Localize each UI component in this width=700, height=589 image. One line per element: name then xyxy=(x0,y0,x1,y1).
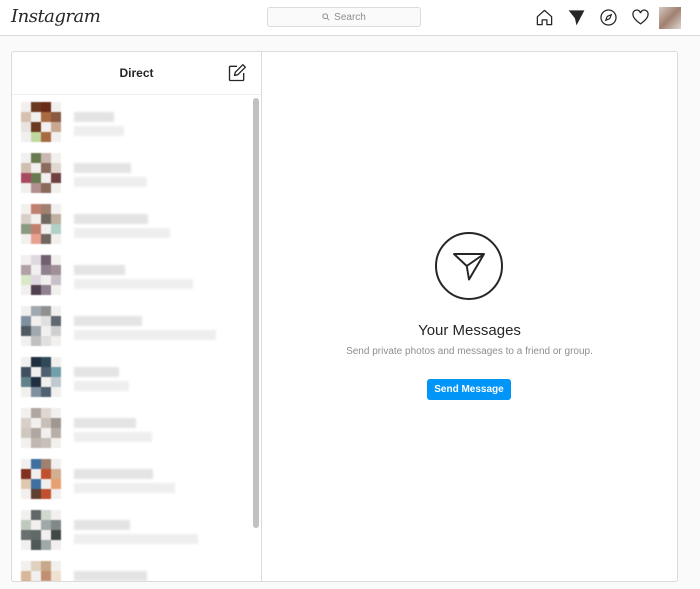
instagram-logo[interactable]: Instagram xyxy=(11,6,101,27)
send-message-button[interactable]: Send Message xyxy=(427,379,511,400)
conversation-item[interactable] xyxy=(12,96,252,147)
paper-plane-icon xyxy=(453,253,485,281)
top-nav: Instagram Search xyxy=(0,0,700,36)
conversation-avatar xyxy=(21,357,61,397)
conversation-avatar xyxy=(21,408,61,448)
empty-state-subtitle: Send private photos and messages to a fr… xyxy=(346,346,593,357)
conversation-avatar xyxy=(21,510,61,550)
conversation-preview-blurred xyxy=(74,279,193,289)
new-message-icon[interactable] xyxy=(227,63,247,83)
scrollbar[interactable] xyxy=(253,98,259,528)
conversation-item[interactable] xyxy=(12,198,252,249)
search-icon xyxy=(322,13,330,21)
conversation-item[interactable] xyxy=(12,453,252,504)
conversation-avatar xyxy=(21,204,61,244)
conversation-preview-blurred xyxy=(74,381,129,391)
conversation-name-blurred xyxy=(74,163,131,173)
conversation-preview-blurred xyxy=(74,483,175,493)
conversation-name-blurred xyxy=(74,571,147,581)
conversation-preview-blurred xyxy=(74,228,170,238)
conversation-list[interactable] xyxy=(12,96,252,581)
conversation-name-blurred xyxy=(74,112,114,122)
conversation-avatar xyxy=(21,255,61,295)
conversation-preview-blurred xyxy=(74,432,152,442)
conversation-avatar xyxy=(21,153,61,193)
message-pane: Your Messages Send private photos and me… xyxy=(262,52,677,581)
conversation-avatar xyxy=(21,561,61,581)
search-input[interactable]: Search xyxy=(267,7,421,27)
home-icon[interactable] xyxy=(535,8,554,27)
conversation-name-blurred xyxy=(74,469,153,479)
heart-icon[interactable] xyxy=(631,8,650,27)
conversation-preview-blurred xyxy=(74,534,198,544)
conversation-item[interactable] xyxy=(12,249,252,300)
conversation-item[interactable] xyxy=(12,147,252,198)
direct-icon[interactable] xyxy=(567,8,586,27)
direct-title: Direct xyxy=(119,66,154,80)
conversation-item[interactable] xyxy=(12,555,252,581)
conversation-preview-blurred xyxy=(74,177,147,187)
conversation-item[interactable] xyxy=(12,504,252,555)
conversation-name-blurred xyxy=(74,316,142,326)
conversation-name-blurred xyxy=(74,520,130,530)
conversation-item[interactable] xyxy=(12,351,252,402)
conversation-avatar xyxy=(21,459,61,499)
conversation-preview-blurred xyxy=(74,126,124,136)
conversation-name-blurred xyxy=(74,214,148,224)
conversation-item[interactable] xyxy=(12,402,252,453)
conversation-preview-blurred xyxy=(74,330,216,340)
conversation-item[interactable] xyxy=(12,300,252,351)
direct-panel: Direct Your Messages Send private photos… xyxy=(11,51,678,582)
search-placeholder: Search xyxy=(334,11,366,23)
conversation-sidebar: Direct xyxy=(12,52,262,581)
explore-icon[interactable] xyxy=(599,8,618,27)
conversation-name-blurred xyxy=(74,367,119,377)
profile-avatar[interactable] xyxy=(659,7,681,29)
conversation-name-blurred xyxy=(74,418,136,428)
conversation-avatar xyxy=(21,102,61,142)
conversation-avatar xyxy=(21,306,61,346)
conversation-name-blurred xyxy=(74,265,125,275)
empty-state-title: Your Messages xyxy=(418,322,521,339)
empty-state-circle xyxy=(435,232,503,300)
